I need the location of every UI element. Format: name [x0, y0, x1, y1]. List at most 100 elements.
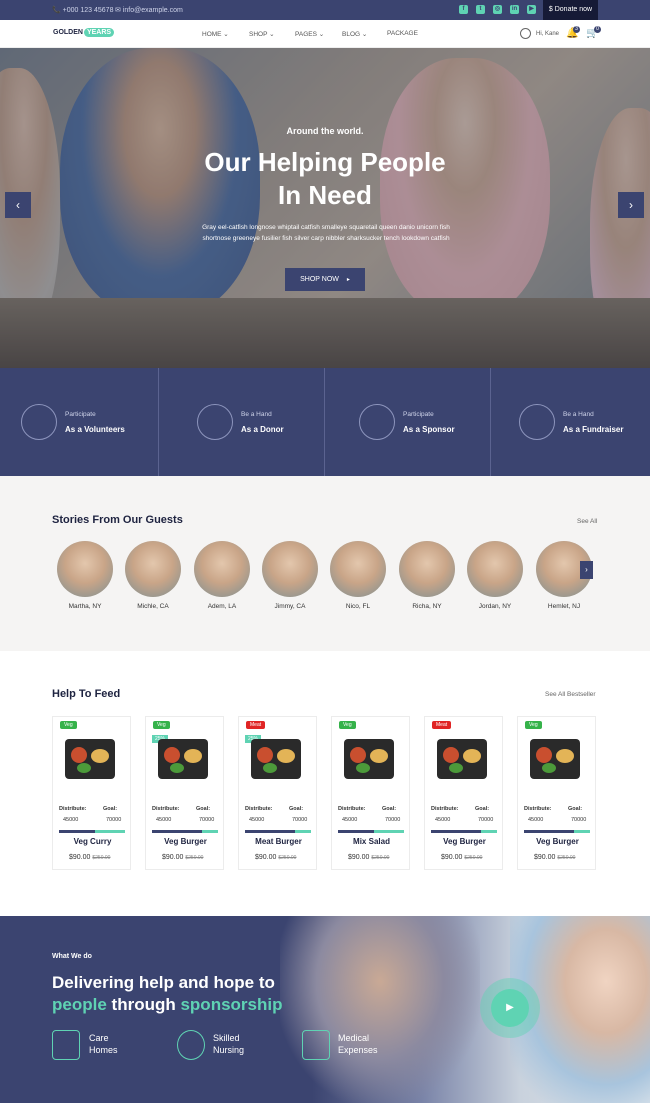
progress-fill [245, 830, 295, 833]
distribute-label: Distribute: [59, 806, 87, 812]
logo-text: GOLDEN [53, 29, 83, 36]
feature-small: Participate [403, 411, 434, 418]
product-name[interactable]: Veg Burger [425, 837, 504, 846]
title-highlight: sponsorship [180, 995, 283, 1014]
guest-avatar[interactable] [262, 541, 318, 597]
user-icon[interactable] [520, 28, 531, 39]
old-price: $250.00 [371, 855, 390, 861]
sponsor-icon [359, 404, 395, 440]
menu-package[interactable]: PACKAGE [387, 30, 418, 37]
current-price: $90.00 [348, 854, 370, 861]
youtube-icon[interactable]: ▶ [527, 5, 536, 14]
category-badge: Veg [525, 721, 542, 729]
current-price: $90.00 [441, 854, 463, 861]
volunteer-icon [21, 404, 57, 440]
stories-next-arrow[interactable]: › [580, 561, 593, 579]
medicine-icon [302, 1030, 330, 1060]
price: $90.00 $250.00 [255, 854, 296, 861]
current-price: $90.00 [69, 854, 91, 861]
email-contact[interactable]: ✉ info@example.com [115, 6, 183, 14]
background-person-left [280, 916, 480, 1103]
product-name[interactable]: Veg Burger [518, 837, 597, 846]
menu-home[interactable]: HOME ⌄ [202, 30, 229, 38]
title-line1: Delivering help and hope to [52, 973, 275, 992]
old-price: $250.00 [557, 855, 576, 861]
product-name[interactable]: Veg Curry [53, 837, 132, 846]
category-badge: Meat [432, 721, 452, 729]
category-badge: Veg [339, 721, 356, 729]
product-card[interactable]: Veg Distribute: Goal: 45000 70000 Veg Curry $9… [52, 716, 131, 870]
feature-small: Participate [65, 411, 96, 418]
product-card[interactable]: Veg Distribute: Goal: 45000 70000 Veg Burger $… [517, 716, 596, 870]
stories-see-all-link[interactable]: See All [577, 518, 597, 525]
feature-donor[interactable]: Be a Hand As a Donor [159, 368, 325, 476]
menu-label: HOME [202, 31, 222, 38]
feature-volunteer[interactable]: Participate As a Volunteers [0, 368, 159, 476]
twitter-icon[interactable]: t [476, 5, 485, 14]
product-card[interactable]: Veg Distribute: Goal: 45000 70000 Mix Salad $9… [331, 716, 410, 870]
price: $90.00 $250.00 [348, 854, 389, 861]
feed-see-all-link[interactable]: See All Bestseller [545, 691, 596, 698]
goal-label: Goal: [382, 806, 397, 812]
what-we-do-section: What We do Delivering help and hope to p… [0, 916, 650, 1103]
service-line: Expenses [338, 1045, 378, 1055]
menu-blog[interactable]: BLOG ⌄ [342, 30, 367, 38]
progress-bar [59, 830, 125, 833]
product-name[interactable]: Veg Burger [146, 837, 225, 846]
chevron-left-icon: ‹ [16, 198, 20, 212]
guest-avatar[interactable] [57, 541, 113, 597]
chevron-right-icon: › [629, 198, 633, 212]
progress-fill [431, 830, 481, 833]
goal-value: 70000 [106, 817, 122, 823]
progress-bar [245, 830, 311, 833]
main-nav: GOLDEN YEARS HOME ⌄ SHOP ⌄ PAGES ⌄ BLOG ⌄… [0, 20, 650, 48]
phone-contact[interactable]: 📞 +000 123 45678 [52, 6, 113, 14]
product-card[interactable]: Veg25%Distribute:Goal:4500070000Veg Burg… [145, 716, 224, 870]
goal-label: Goal: [568, 806, 583, 812]
guest-avatar[interactable] [330, 541, 386, 597]
current-price: $90.00 [255, 854, 277, 861]
menu-shop[interactable]: SHOP ⌄ [249, 30, 275, 38]
service-line: Care [89, 1033, 109, 1043]
product-card[interactable]: Meat Distribute: Goal: 45000 70000 Veg Burger… [424, 716, 503, 870]
nurse-icon [177, 1030, 205, 1060]
hero-prev-arrow[interactable]: ‹ [5, 192, 31, 218]
feature-big: As a Donor [241, 425, 284, 434]
distribute-label: Distribute: [245, 806, 273, 812]
feature-fundraiser[interactable]: Be a Hand As a Fundraiser [491, 368, 650, 476]
distribute-value: 45000 [63, 817, 79, 823]
guest-name: Richa, NY [412, 603, 442, 610]
service-care-homes[interactable]: Care Homes [89, 1032, 118, 1056]
facebook-icon[interactable]: f [459, 5, 468, 14]
product-card[interactable]: Meat25%Distribute:Goal:4500070000Meat Bu… [238, 716, 317, 870]
what-we-do-subtitle: What We do [52, 953, 92, 960]
progress-fill [152, 830, 202, 833]
donate-button[interactable]: $ Donate now [543, 0, 598, 20]
guest-avatar[interactable] [467, 541, 523, 597]
product-name[interactable]: Meat Burger [239, 837, 318, 846]
service-line: Homes [89, 1045, 118, 1055]
linkedin-icon[interactable]: in [510, 5, 519, 14]
feature-sponsor[interactable]: Participate As a Sponsor [325, 368, 491, 476]
instagram-icon[interactable]: ◎ [493, 5, 502, 14]
product-name[interactable]: Mix Salad [332, 837, 411, 846]
guest-name: Martha, NY [68, 603, 102, 610]
shop-now-button[interactable]: SHOP NOW ▸ [285, 268, 365, 291]
guest-avatar[interactable] [125, 541, 181, 597]
logo[interactable]: GOLDEN YEARS [52, 28, 115, 37]
guest-avatar[interactable] [399, 541, 455, 597]
price: $90.00 $250.00 [162, 854, 203, 861]
top-bar: 📞 +000 123 45678 ✉ info@example.com f t … [0, 0, 650, 20]
logo-badge: YEARS [83, 28, 115, 37]
guest-avatar[interactable] [194, 541, 250, 597]
service-medical-expenses[interactable]: Medical Expenses [338, 1032, 378, 1056]
title-highlight: people [52, 995, 107, 1014]
service-skilled-nursing[interactable]: Skilled Nursing [213, 1032, 244, 1056]
video-play-button[interactable]: ▶ [480, 978, 540, 1038]
menu-label: PAGES [295, 31, 317, 38]
user-greeting[interactable]: Hi, Kane [536, 31, 559, 37]
old-price: $250.00 [278, 855, 297, 861]
menu-pages[interactable]: PAGES ⌄ [295, 30, 324, 38]
hero-next-arrow[interactable]: › [618, 192, 644, 218]
old-price: $250.00 [185, 855, 204, 861]
